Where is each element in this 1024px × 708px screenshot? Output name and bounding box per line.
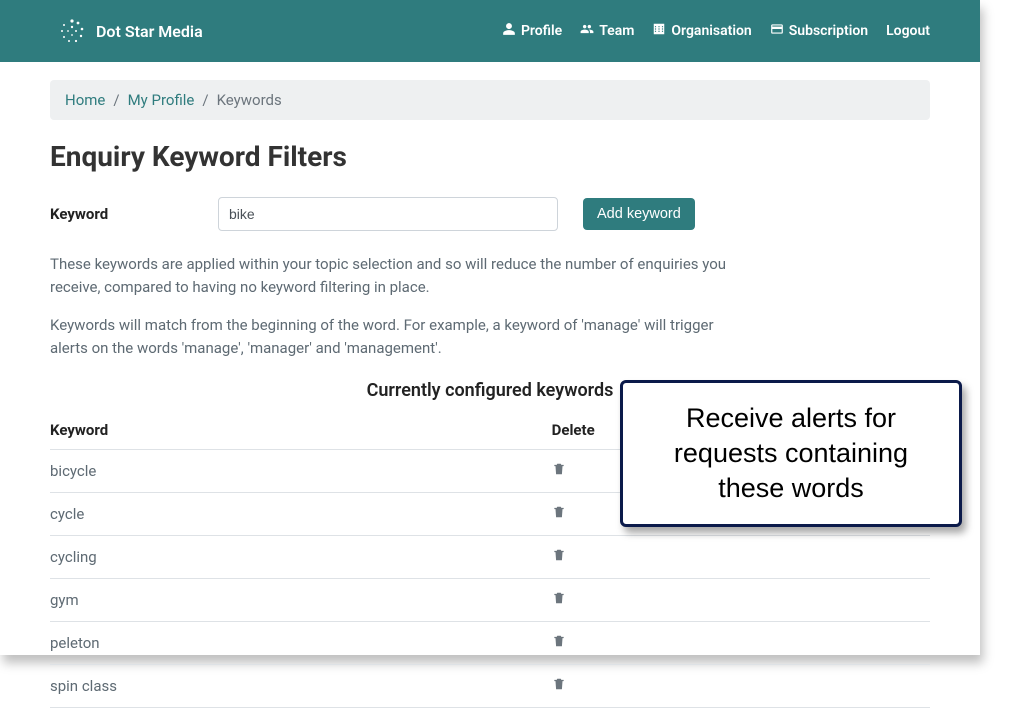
breadcrumb-separator: / [113,91,119,109]
breadcrumb: Home / My Profile / Keywords [50,80,930,120]
building-icon [652,22,666,40]
keyword-cell: peleton [50,622,552,665]
keyword-cell: gym [50,579,552,622]
nav-profile[interactable]: Profile [502,22,562,40]
brand[interactable]: Dot Star Media [58,17,203,45]
delete-cell [552,536,930,579]
keyword-label: Keyword [50,205,218,223]
keyword-cell: bicycle [50,450,552,493]
help-text-2: Keywords will match from the beginning o… [50,314,750,361]
table-row: gym [50,579,930,622]
nav-team-label: Team [599,23,634,39]
trash-icon[interactable] [552,634,566,648]
col-keyword-header: Keyword [50,411,552,450]
trash-icon[interactable] [552,591,566,605]
keyword-form-row: Keyword Add keyword [50,197,930,231]
navbar: Dot Star Media Profile Team Organisation [0,0,980,62]
trash-icon[interactable] [552,548,566,562]
nav-links: Profile Team Organisation Subscription [502,22,930,40]
help-text-1: These keywords are applied within your t… [50,253,750,300]
nav-logout[interactable]: Logout [886,23,930,39]
table-row: spin class [50,665,930,708]
user-icon [502,22,516,40]
breadcrumb-home[interactable]: Home [65,91,105,109]
keyword-input[interactable] [218,197,558,231]
breadcrumb-current: Keywords [217,91,282,109]
users-icon [580,22,594,40]
callout-text: Receive alerts for requests containing t… [674,403,908,503]
page-title: Enquiry Keyword Filters [50,140,930,173]
keyword-cell: spin class [50,665,552,708]
nav-profile-label: Profile [521,23,562,39]
delete-cell [552,579,930,622]
breadcrumb-my-profile[interactable]: My Profile [128,91,195,109]
delete-cell [552,665,930,708]
delete-cell [552,622,930,665]
keyword-cell: cycle [50,493,552,536]
nav-subscription[interactable]: Subscription [770,22,868,40]
callout-box: Receive alerts for requests containing t… [620,380,962,527]
trash-icon[interactable] [552,505,566,519]
nav-logout-label: Logout [886,23,930,39]
card-icon [770,22,784,40]
table-row: peleton [50,622,930,665]
table-row: cycling [50,536,930,579]
nav-team[interactable]: Team [580,22,634,40]
nav-organisation-label: Organisation [671,23,751,39]
trash-icon[interactable] [552,462,566,476]
breadcrumb-separator: / [202,91,208,109]
brand-name: Dot Star Media [96,22,203,41]
logo-icon [58,17,86,45]
keyword-cell: cycling [50,536,552,579]
add-keyword-button[interactable]: Add keyword [583,198,695,230]
nav-organisation[interactable]: Organisation [652,22,751,40]
trash-icon[interactable] [552,677,566,691]
nav-subscription-label: Subscription [789,23,868,39]
